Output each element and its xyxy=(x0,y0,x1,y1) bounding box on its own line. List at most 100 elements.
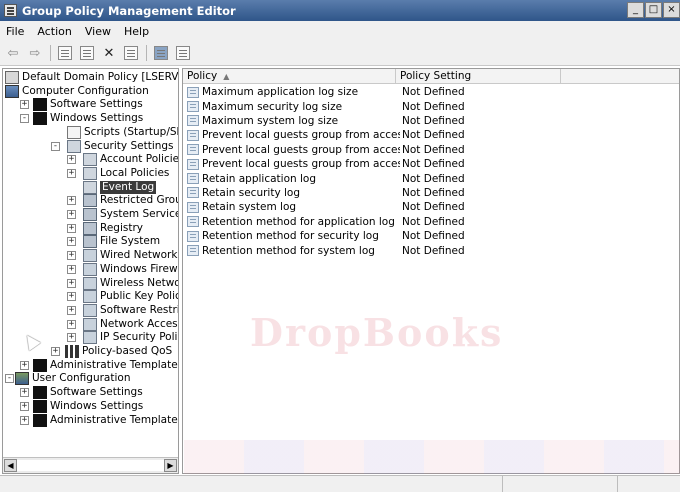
restricted-icon xyxy=(83,194,97,208)
user-icon xyxy=(15,372,29,386)
tree-node[interactable]: Windows Settings xyxy=(33,399,143,413)
expand-icon[interactable]: + xyxy=(67,251,76,261)
details-pane[interactable]: Policy ▲ Policy Setting Maximum applicati… xyxy=(182,68,680,474)
scroll-left-icon[interactable]: ◀ xyxy=(4,459,17,472)
collapse-icon[interactable]: - xyxy=(51,141,60,151)
script-icon xyxy=(67,125,81,139)
close-button[interactable]: × xyxy=(663,2,680,18)
tree-horizontal-scrollbar[interactable]: ◀ ▶ xyxy=(3,457,178,473)
menu-help[interactable]: Help xyxy=(124,25,149,38)
list-item[interactable]: Retain application log Not Defined xyxy=(183,171,679,185)
minimize-button[interactable]: _ xyxy=(627,2,644,18)
list-item[interactable]: Retain system log Not Defined xyxy=(183,200,679,214)
collapse-icon[interactable]: - xyxy=(20,114,29,124)
tree-node[interactable]: Wired Network (IEE xyxy=(83,249,178,263)
column-header-policy-setting[interactable]: Policy Setting xyxy=(396,69,561,84)
expand-icon[interactable]: + xyxy=(67,223,76,233)
column-header-policy[interactable]: Policy ▲ xyxy=(183,69,396,84)
expand-icon[interactable]: + xyxy=(67,210,76,219)
toolbar-separator xyxy=(146,45,147,61)
expand-icon[interactable]: + xyxy=(20,100,29,110)
scroll-right-icon[interactable]: ▶ xyxy=(164,459,177,472)
tree-node-label: Software Restrictio xyxy=(100,303,178,316)
expand-icon[interactable]: + xyxy=(67,237,76,247)
delete-icon[interactable]: ✕ xyxy=(100,44,118,62)
tree-node[interactable]: Local Policies xyxy=(83,166,169,180)
tree-node[interactable]: File System xyxy=(83,235,160,249)
forward-arrow-icon[interactable]: ⇨ xyxy=(26,44,44,62)
tree-node[interactable]: Scripts (Startup/Shutdo xyxy=(67,125,178,139)
list-item[interactable]: Retention method for system log Not Defin… xyxy=(183,243,679,257)
expand-icon[interactable]: + xyxy=(67,264,76,274)
toolbar: ⇦ ⇨ ✕ xyxy=(0,41,680,66)
tree-node[interactable]: Security Settings xyxy=(67,139,174,153)
tree-node[interactable]: IP Security Policies xyxy=(83,331,178,345)
expand-icon[interactable]: + xyxy=(67,333,76,343)
expand-icon[interactable]: + xyxy=(20,415,29,425)
menu-file[interactable]: File xyxy=(6,25,24,38)
tree-node[interactable]: Registry xyxy=(83,221,143,235)
expand-icon[interactable]: + xyxy=(67,278,76,288)
tree-node[interactable]: Software Settings xyxy=(33,98,143,112)
tree-node[interactable]: Account Policies xyxy=(83,153,179,167)
tree-node[interactable]: Wireless Network ( xyxy=(83,276,178,290)
tree-node[interactable]: Public Key Policies xyxy=(83,290,178,304)
tree-node[interactable]: Administrative Templates xyxy=(33,358,178,372)
export-list-icon[interactable] xyxy=(122,44,140,62)
tree-node[interactable]: Network Access Pro xyxy=(83,317,178,331)
expand-icon[interactable]: + xyxy=(67,292,76,302)
expand-icon[interactable]: + xyxy=(20,360,29,370)
tree-node[interactable]: Software Restrictio xyxy=(83,303,178,317)
tree-node-label: Account Policies xyxy=(100,153,179,166)
policy-setting-value: Not Defined xyxy=(402,114,465,127)
tree-node[interactable]: Software Settings xyxy=(33,386,143,400)
tree-node[interactable]: Windows Firewall w xyxy=(83,262,178,276)
tree-node[interactable]: Policy-based QoS xyxy=(65,345,172,358)
expand-icon[interactable]: + xyxy=(67,319,76,329)
policy-name: Prevent local guests group from accessin… xyxy=(202,129,400,142)
list-item[interactable]: Retention method for application log Not … xyxy=(183,215,679,229)
back-arrow-icon[interactable]: ⇦ xyxy=(4,44,22,62)
scroll-track[interactable] xyxy=(17,460,164,471)
list-item[interactable]: Prevent local guests group from accessin… xyxy=(183,157,679,171)
list-item[interactable]: Maximum security log size Not Defined xyxy=(183,99,679,113)
list-item[interactable]: Prevent local guests group from accessin… xyxy=(183,128,679,142)
tree-node[interactable]: Administrative Templates xyxy=(33,413,178,427)
expand-icon[interactable]: + xyxy=(20,388,29,398)
title-bar: Group Policy Management Editor _ □ × xyxy=(0,0,680,21)
tree-node[interactable]: User Configuration xyxy=(15,372,130,386)
tree-node[interactable]: Default Domain Policy [LSERVER01 xyxy=(5,71,178,84)
expand-icon[interactable]: + xyxy=(67,155,76,165)
maximize-button[interactable]: □ xyxy=(645,2,662,18)
tree-node[interactable]: Event Log xyxy=(83,180,157,194)
expand-icon[interactable]: + xyxy=(20,401,29,411)
tree-node[interactable]: Restricted Groups xyxy=(83,194,178,208)
expand-icon[interactable]: + xyxy=(67,305,76,315)
policy-setting-value: Not Defined xyxy=(402,143,465,156)
policy-name: Maximum system log size xyxy=(202,114,339,127)
collapse-icon[interactable]: - xyxy=(5,374,14,384)
list-header: Policy ▲ Policy Setting xyxy=(183,69,679,84)
list-item[interactable]: Retain security log Not Defined xyxy=(183,186,679,200)
tree-node[interactable]: Windows Settings xyxy=(33,112,144,126)
help-icon[interactable] xyxy=(152,44,170,62)
policy-name: Retention method for system log xyxy=(202,244,375,257)
expand-icon[interactable]: + xyxy=(67,168,76,178)
expand-icon[interactable]: + xyxy=(67,196,76,206)
menu-action[interactable]: Action xyxy=(37,25,71,38)
folder-icon xyxy=(33,112,47,126)
tree-node-label: Windows Settings xyxy=(50,112,144,125)
list-item[interactable]: Prevent local guests group from accessin… xyxy=(183,143,679,157)
list-item[interactable]: Retention method for security log Not Def… xyxy=(183,229,679,243)
list-item[interactable]: Maximum system log size Not Defined xyxy=(183,114,679,128)
list-item[interactable]: Maximum application log size Not Defined xyxy=(183,85,679,99)
tree-node[interactable]: System Services xyxy=(83,208,178,221)
up-folder-icon[interactable] xyxy=(56,44,74,62)
menu-view[interactable]: View xyxy=(85,25,111,38)
show-hide-tree-icon[interactable] xyxy=(78,44,96,62)
properties-icon[interactable] xyxy=(174,44,192,62)
expand-icon[interactable]: + xyxy=(51,347,60,356)
console-tree[interactable]: Default Domain Policy [LSERVER01 - Compute… xyxy=(2,68,179,474)
policy-setting-value: Not Defined xyxy=(402,215,465,228)
tree-node[interactable]: Computer Configuration xyxy=(5,84,149,98)
